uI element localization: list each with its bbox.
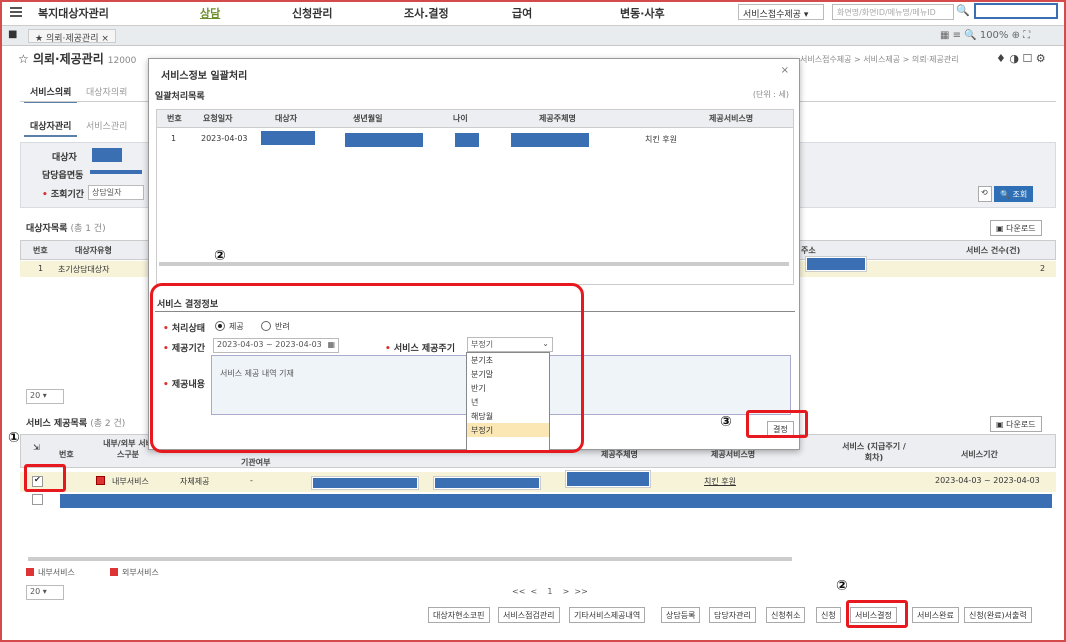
batch-list-title: 일괄처리목록 [155, 92, 205, 102]
btn-1[interactable]: 서비스점검관리 [498, 607, 560, 623]
redacted-cell [261, 131, 315, 145]
home-icon[interactable]: ■ [8, 29, 17, 40]
annotation-number-3: ③ [720, 414, 732, 430]
tab-referral-management[interactable]: ★ 의뢰·제공관리 × [28, 29, 116, 44]
horizontal-scrollbar[interactable] [28, 557, 792, 561]
target-download-button[interactable]: ▣ 다운로드 [990, 220, 1042, 236]
service-select[interactable]: 서비스접수제공 ▾ [738, 4, 824, 20]
tabs-bar: ■ [0, 26, 1066, 46]
annotation-checkbox [24, 464, 66, 492]
period-type-select[interactable]: 상담일자 [88, 185, 144, 200]
redacted-cell [511, 133, 589, 147]
btn-6[interactable]: 신청 [816, 607, 841, 623]
search-icon[interactable]: 🔍 [956, 4, 970, 17]
btn-2[interactable]: 기타서비스제공내역 [569, 607, 646, 623]
target-list-title: 대상자목록 (총 1 건) [26, 224, 106, 234]
external-legend-icon [110, 568, 118, 576]
nav-consult[interactable]: 상담 [200, 5, 220, 21]
refresh-button[interactable]: ⟲ [978, 186, 992, 202]
nav-application[interactable]: 신청관리 [292, 5, 332, 21]
annotation-decide-button [746, 410, 808, 438]
toolbar-icons[interactable]: ▦ ≡ 🔍 100% ⊕ ⛶ [940, 30, 1030, 41]
nav-change-after[interactable]: 변동·사후 [620, 5, 665, 21]
tab-service-request[interactable]: 서비스의뢰 [24, 82, 78, 103]
annotation-number-2: ② [836, 578, 848, 594]
close-icon[interactable]: × [781, 65, 789, 76]
nav-welfare-target[interactable]: 복지대상자관리 [38, 5, 109, 21]
page-title: ☆ 의뢰·제공관리 12000 [18, 52, 137, 66]
pagination[interactable]: << < 1 > >> [512, 587, 588, 596]
service-download-button[interactable]: ▣ 다운로드 [990, 416, 1042, 432]
annotation-decision-area [150, 283, 584, 453]
btn-0[interactable]: 대상자현소코핀 [428, 607, 490, 623]
redacted-cell [433, 476, 541, 490]
redacted-cell [311, 476, 419, 490]
menu-icon[interactable] [10, 7, 22, 17]
service-list-title: 서비스 제공목록 (총 2 건) [26, 419, 126, 429]
modal-title: 서비스정보 일괄처리 [161, 71, 248, 82]
service-page-size[interactable]: 20 ▾ [26, 585, 64, 600]
redacted-cell [345, 133, 423, 147]
unit-label: (단위 : 세) [752, 90, 789, 99]
redacted-target [92, 148, 122, 162]
breadcrumb: 서비스접수제공 > 서비스제공 > 의뢰·제공관리 [800, 55, 959, 64]
top-navigation: 복지대상자관리 상담 신청관리 조사.결정 급여 변동·사후 서비스접수제공 ▾… [0, 0, 1066, 26]
redacted-manager [90, 170, 142, 174]
nav-survey-decision[interactable]: 조사.결정 [404, 5, 449, 21]
menu-search-input[interactable]: 화면명/화면ID/메뉴명/메뉴ID [832, 4, 954, 20]
search-button[interactable]: 🔍 조회 [994, 186, 1034, 202]
annotation-service-decision [846, 600, 908, 628]
service-name-link[interactable]: 치킨 후원 [704, 476, 736, 487]
batch-grid-header: 번호 요청일자 대상자 생년월일 나이 제공주체명 제공서비스명 [157, 110, 793, 128]
internal-service-icon [96, 476, 105, 485]
tab-service-manage[interactable]: 서비스관리 [80, 116, 133, 135]
redacted-cell [565, 470, 651, 488]
btn-3[interactable]: 상담등록 [661, 607, 701, 623]
redacted-address [805, 256, 867, 272]
tab-target-request[interactable]: 대상자의뢰 [80, 82, 133, 101]
btn-4[interactable]: 담당자관리 [709, 607, 756, 623]
redacted-row [58, 492, 1054, 510]
row-checkbox[interactable] [32, 494, 43, 505]
modal-scrollbar[interactable] [159, 262, 789, 266]
tab-target-manage[interactable]: 대상자관리 [24, 116, 78, 137]
internal-legend-icon [26, 568, 34, 576]
target-page-size[interactable]: 20 ▾ [26, 389, 64, 404]
redacted-cell [455, 133, 479, 147]
btn-8[interactable]: 서비스완료 [912, 607, 959, 623]
annotation-number-2: ② [214, 248, 226, 264]
btn-9[interactable]: 신청(완료)서출력 [964, 607, 1032, 623]
period-label: 조회기간 [42, 187, 84, 200]
btn-5[interactable]: 신청취소 [766, 607, 806, 623]
annotation-number-1: ① [8, 430, 20, 446]
target-label: 대상자 [52, 153, 77, 163]
manager-label: 담당읍면동 [42, 171, 84, 181]
nav-benefit[interactable]: 급여 [512, 5, 532, 21]
redacted-user [974, 3, 1058, 19]
page-tools-icon[interactable]: ♦ ◑ ☐ ⚙ [996, 52, 1046, 65]
